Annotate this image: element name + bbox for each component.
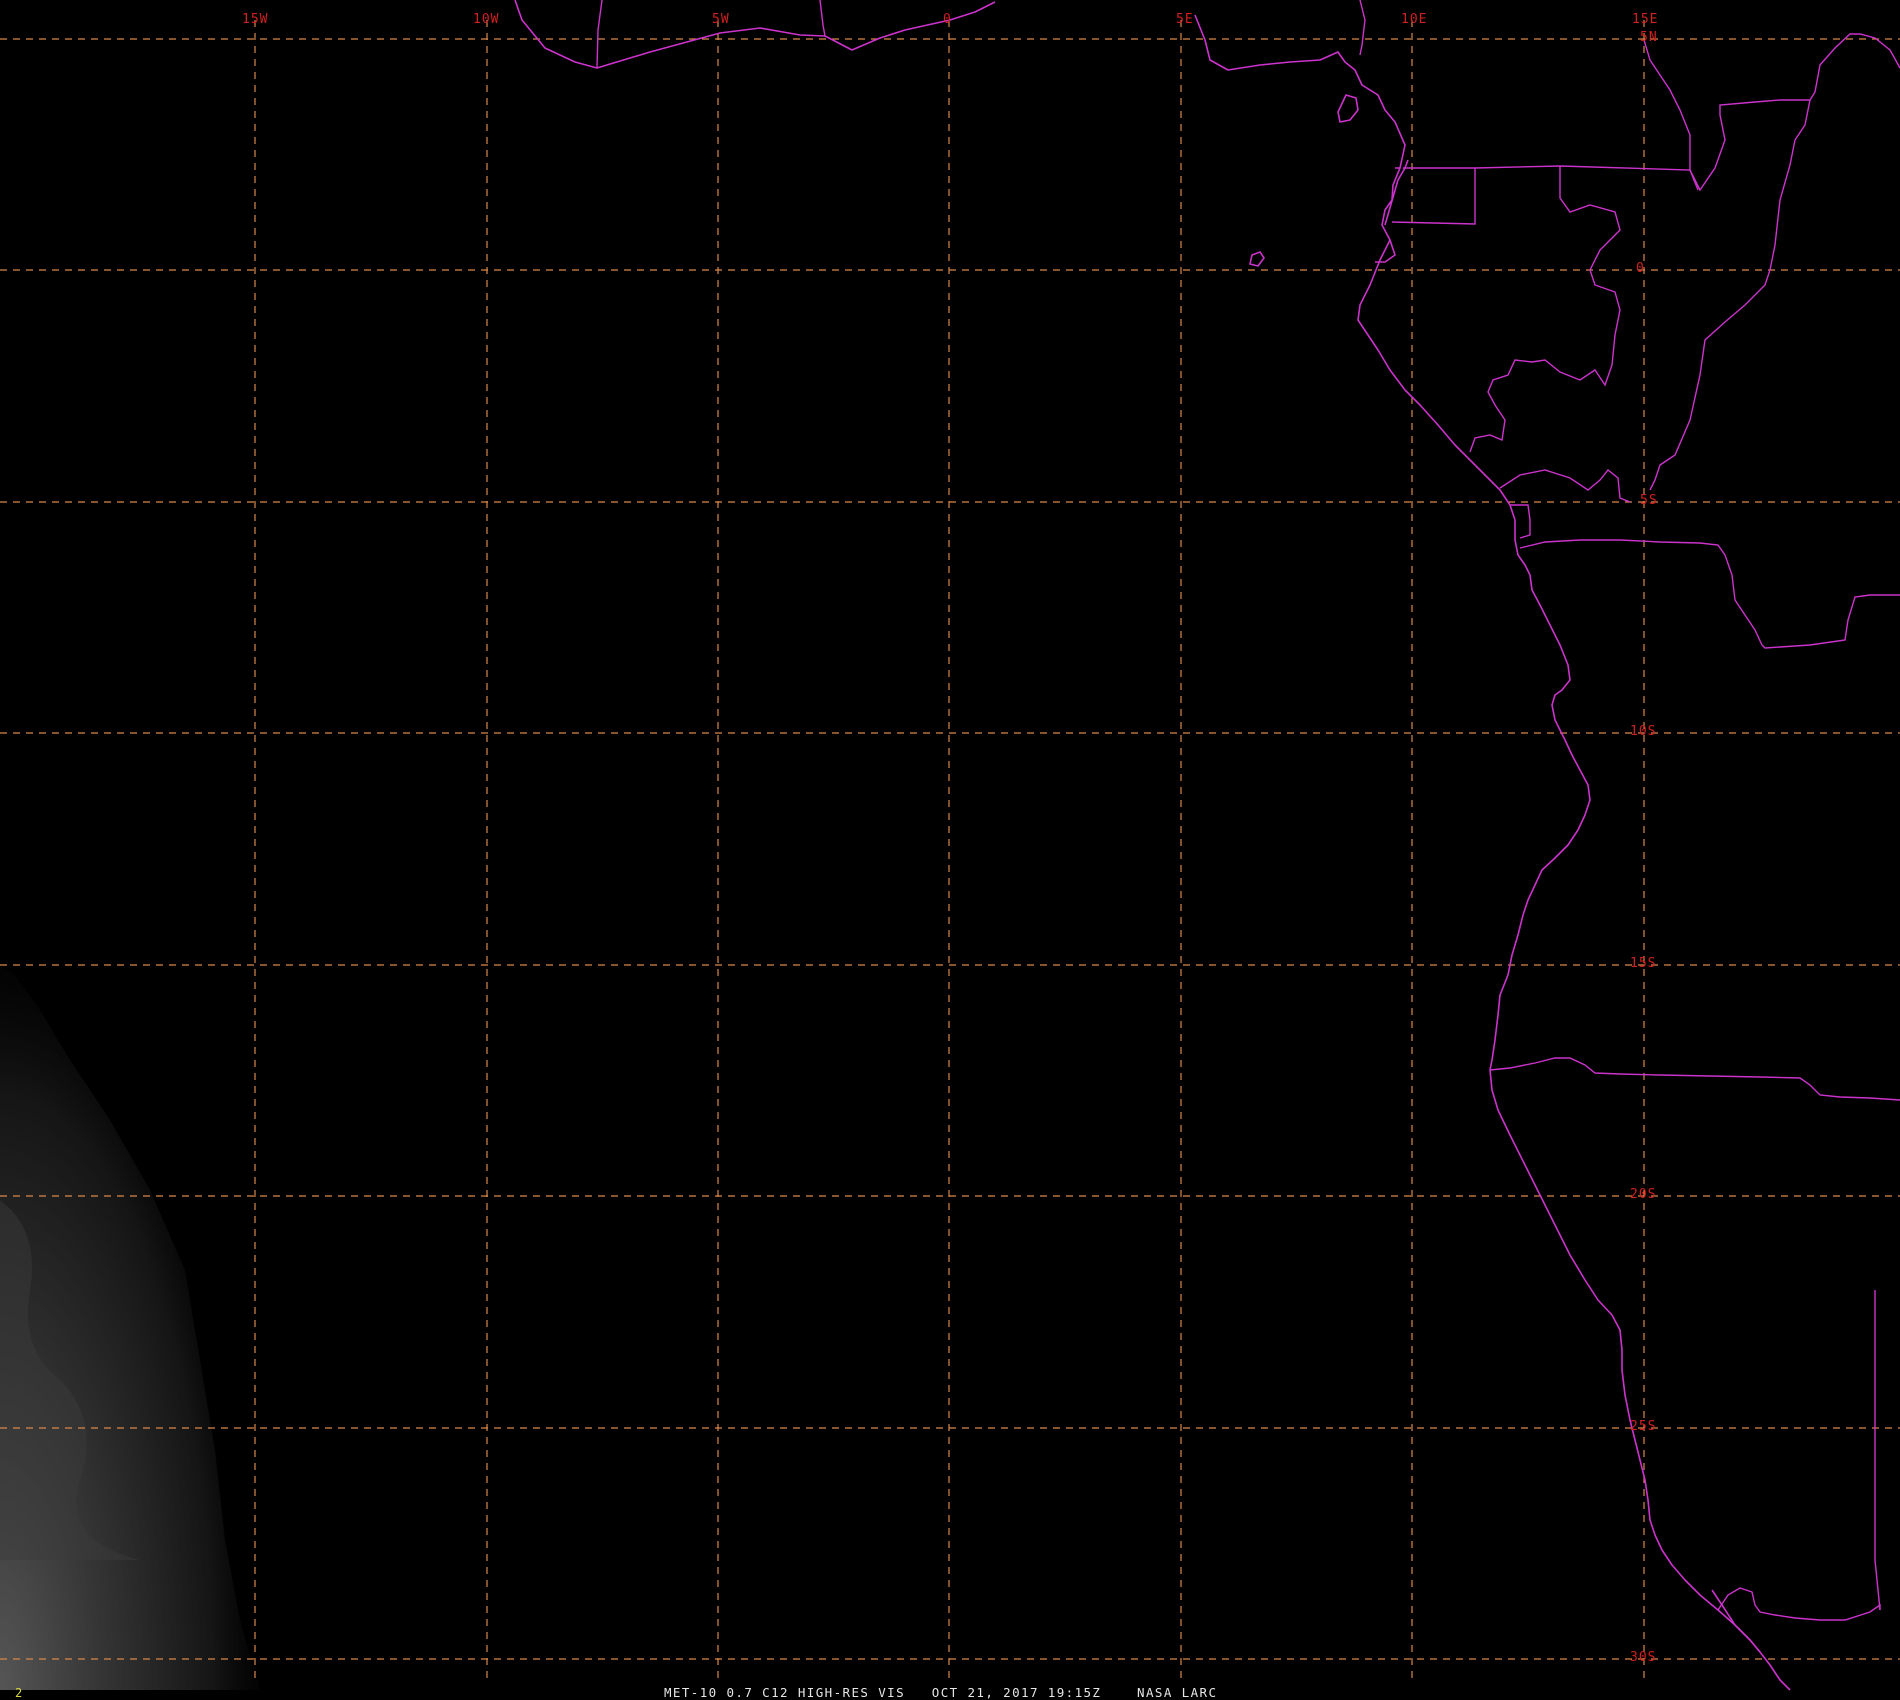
lat-label-20s: 20S xyxy=(1630,1187,1656,1202)
lon-label-5w: 5W xyxy=(712,12,730,27)
lon-label-15e: 15E xyxy=(1632,12,1658,27)
frame-number: 2 xyxy=(15,1686,22,1700)
map-background xyxy=(0,0,1900,1700)
lat-label-5s: 5S xyxy=(1640,493,1658,508)
lat-label-25s: 25S xyxy=(1630,1419,1656,1434)
lat-label-5n: 5N xyxy=(1640,30,1658,45)
lon-label-5e: 5E xyxy=(1176,12,1194,27)
satellite-map: 15W 10W 5W 0 5E 10E 15E 5N 0 5S 10S 15S … xyxy=(0,0,1900,1700)
lat-label-10s: 10S xyxy=(1630,724,1656,739)
lon-label-15w: 15W xyxy=(242,12,268,27)
lon-label-0: 0 xyxy=(943,12,952,27)
lon-label-10w: 10W xyxy=(473,12,499,27)
lon-label-10e: 10E xyxy=(1401,12,1427,27)
lat-label-30s: 30S xyxy=(1630,1650,1656,1665)
lat-label-0: 0 xyxy=(1636,261,1645,276)
image-caption: MET-10 0.7 C12 HIGH-RES VIS OCT 21, 2017… xyxy=(664,1685,1217,1700)
lat-label-15s: 15S xyxy=(1630,956,1656,971)
